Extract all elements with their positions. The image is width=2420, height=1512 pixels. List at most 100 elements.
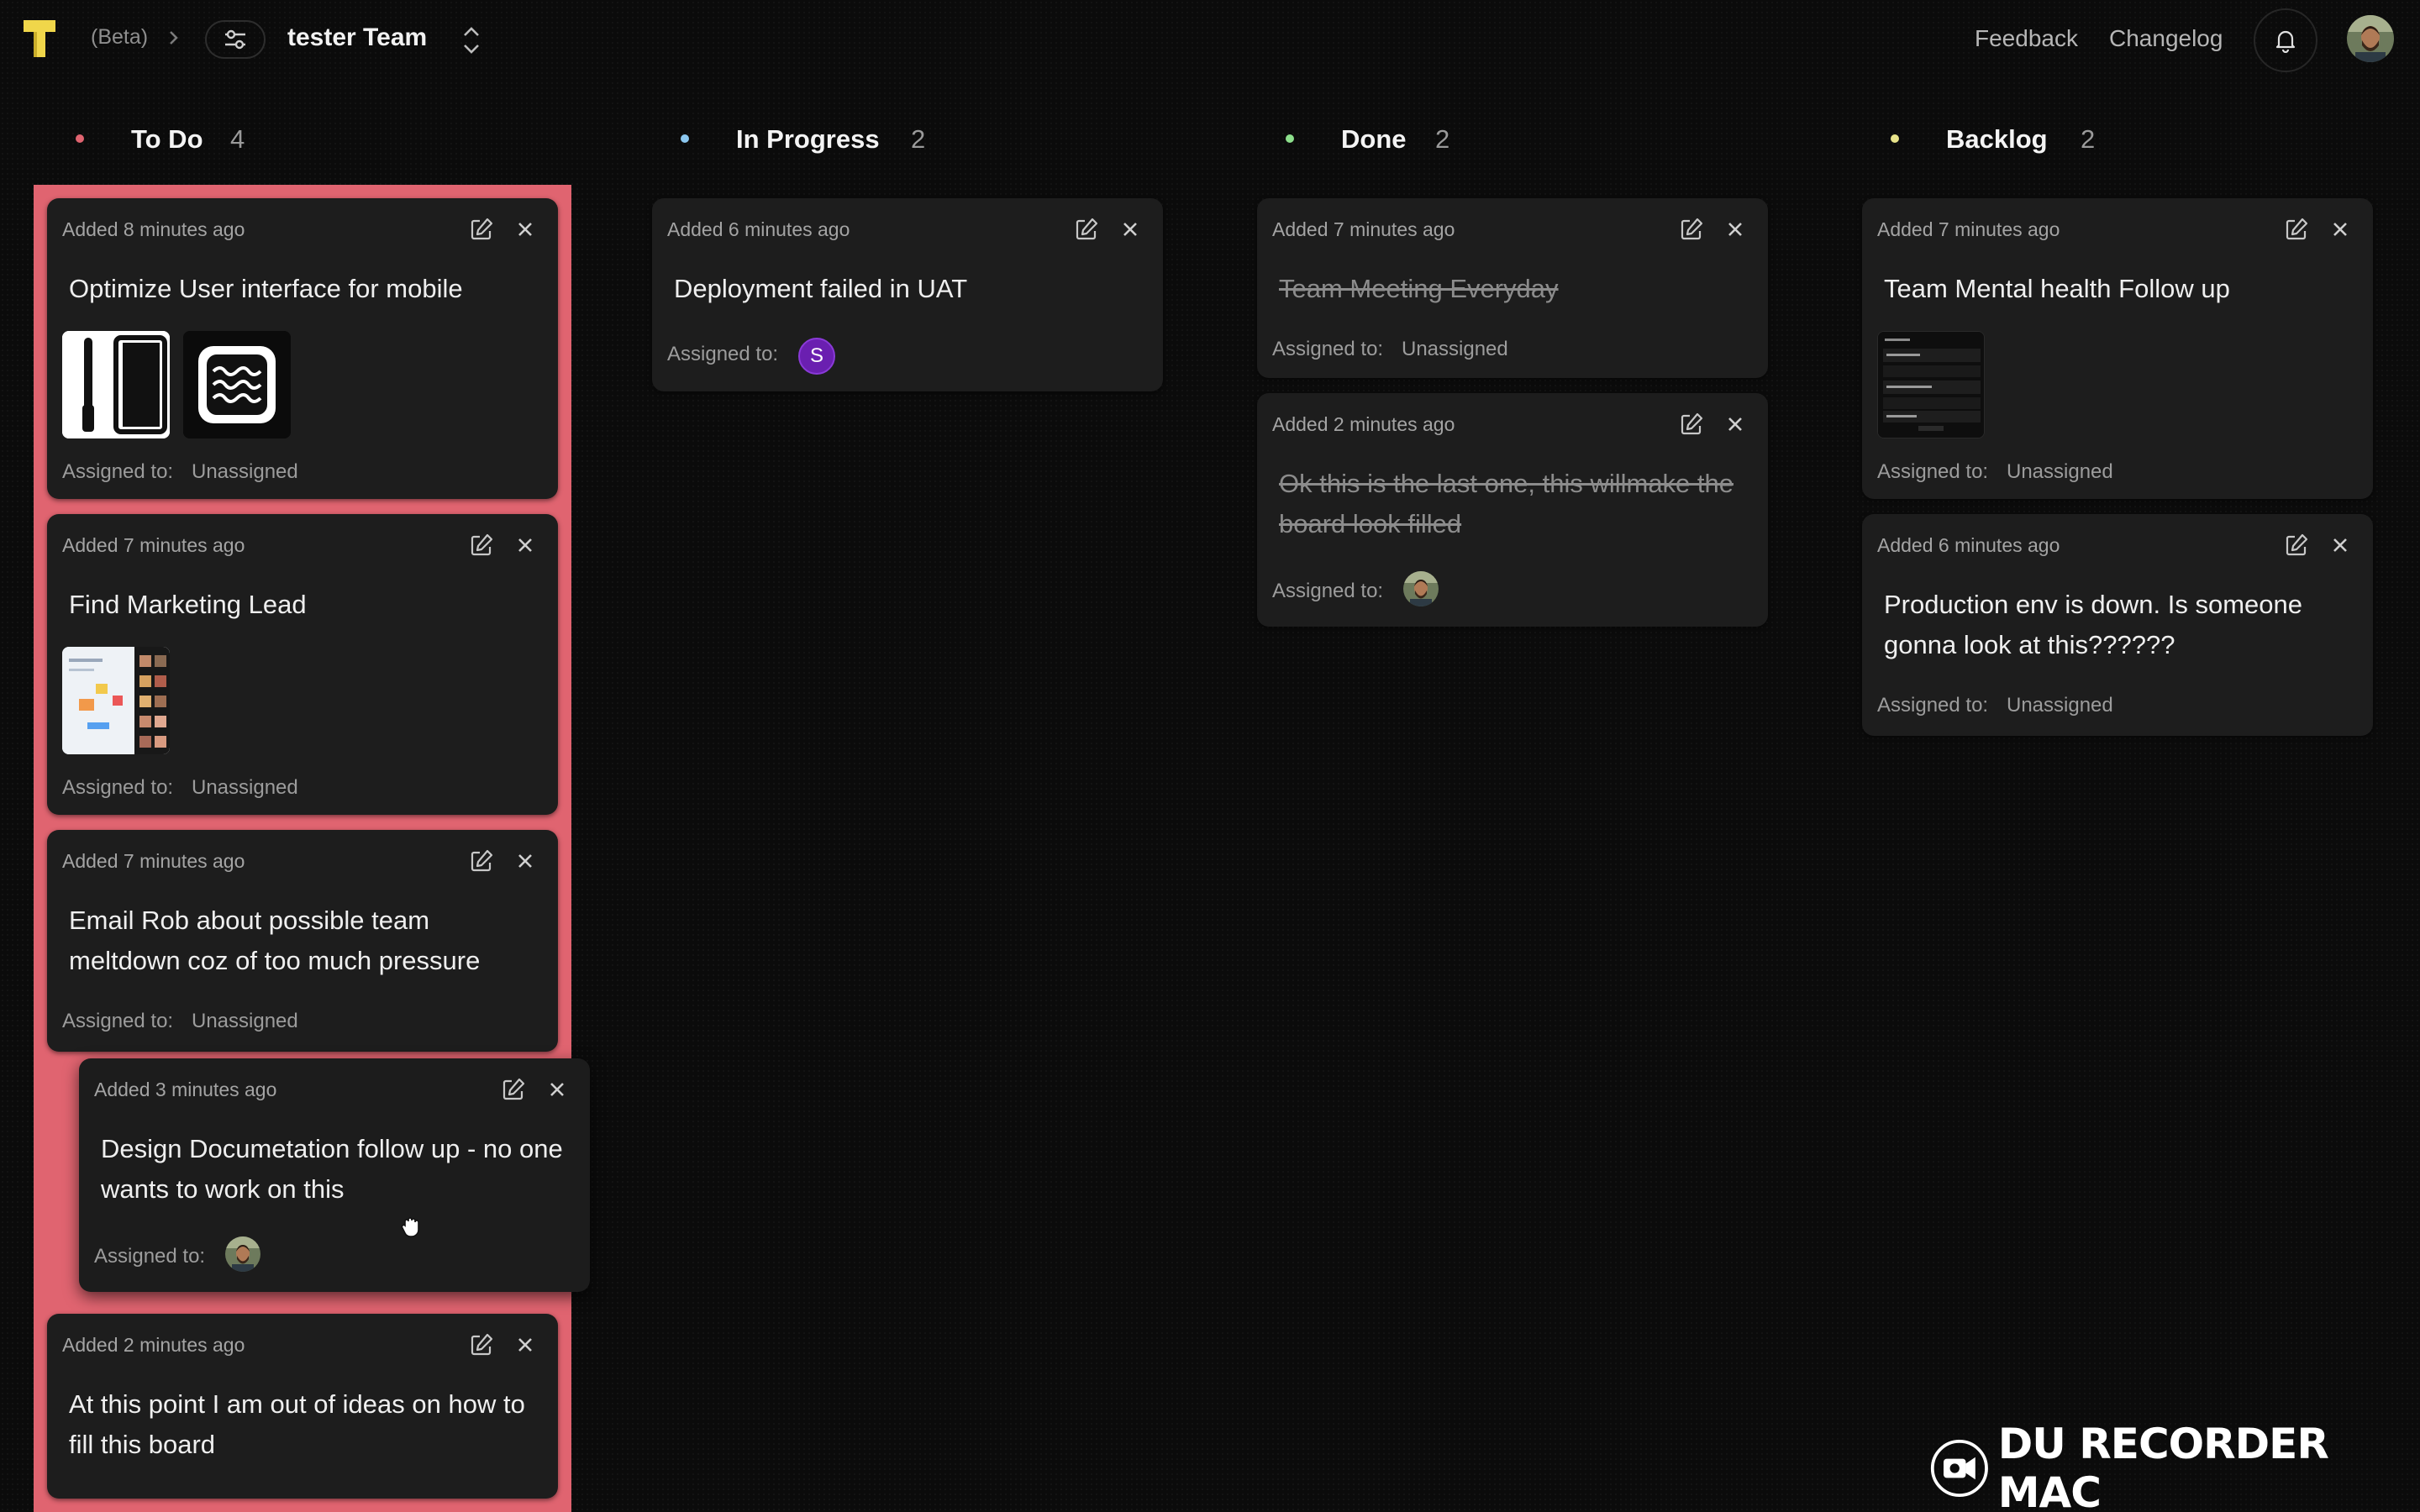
assignee[interactable]: Unassigned — [2007, 694, 2113, 717]
task-title: Team Mental health Follow up — [1884, 274, 2230, 303]
filter-button[interactable] — [205, 20, 266, 59]
watermark-text: DU RECORDER MAC — [1997, 1420, 2329, 1512]
task-card-dragging[interactable]: Added 3 minutes ago Design Documetation … — [79, 1058, 590, 1292]
added-time: Added 6 minutes ago — [667, 218, 850, 240]
user-avatar[interactable] — [2347, 15, 2394, 62]
close-icon[interactable] — [2328, 217, 2353, 242]
attachment-thumbnail[interactable] — [183, 331, 291, 438]
feedback-link[interactable]: Feedback — [1975, 25, 2078, 52]
assignee[interactable]: Unassigned — [192, 1010, 298, 1033]
added-time: Added 7 minutes ago — [1272, 218, 1455, 240]
close-icon[interactable] — [544, 1077, 570, 1102]
edit-icon[interactable] — [2284, 217, 2309, 242]
task-title: At this point I am out of ideas on how t… — [69, 1389, 525, 1459]
assigned-label: Assigned to: — [667, 343, 779, 365]
chevron-right-icon — [170, 31, 178, 45]
assigned-label: Assigned to: — [94, 1245, 206, 1268]
column-title: To Do — [131, 124, 203, 154]
close-icon[interactable] — [1723, 412, 1748, 437]
close-icon[interactable] — [513, 1332, 538, 1357]
team-name[interactable]: tester Team — [287, 24, 427, 52]
task-title: Deployment failed in UAT — [674, 274, 968, 303]
added-time: Added 6 minutes ago — [1877, 534, 2060, 556]
assigned-label: Assigned to: — [1272, 338, 1384, 360]
column-count: 2 — [2081, 124, 2096, 154]
assigned-label: Assigned to: — [1877, 694, 1989, 717]
sliders-icon — [225, 29, 245, 50]
close-icon[interactable] — [513, 217, 538, 242]
assignee[interactable]: Unassigned — [1402, 338, 1508, 361]
edit-icon[interactable] — [469, 848, 494, 874]
assignee[interactable]: Unassigned — [192, 460, 298, 484]
task-title: Production env is down. Is someone gonna… — [1884, 590, 2302, 659]
beta-badge: (Beta) — [91, 25, 149, 49]
assigned-label: Assigned to: — [62, 776, 174, 799]
edit-icon[interactable] — [469, 533, 494, 558]
app-logo-icon[interactable] — [22, 18, 57, 59]
column-title: Backlog — [1946, 124, 2048, 154]
attachment-thumbnail[interactable] — [62, 647, 170, 754]
top-bar: (Beta) tester Team Feedback Changelog — [0, 0, 2420, 81]
task-title: Ok this is the last one, this willmake t… — [1279, 469, 1734, 538]
added-time: Added 7 minutes ago — [62, 850, 245, 872]
close-icon[interactable] — [2328, 533, 2353, 558]
added-time: Added 7 minutes ago — [62, 534, 245, 556]
status-dot — [1286, 134, 1294, 143]
edit-icon[interactable] — [2284, 533, 2309, 558]
task-card[interactable]: Added 8 minutes ago Optimize User interf… — [47, 198, 558, 499]
task-title: Email Rob about possible team meltdown c… — [69, 906, 481, 975]
assignee-avatar[interactable]: S — [798, 338, 835, 375]
column-count: 2 — [1435, 124, 1450, 154]
task-card[interactable]: Added 7 minutes ago Email Rob about poss… — [47, 830, 558, 1052]
close-icon[interactable] — [513, 533, 538, 558]
task-card[interactable]: Added 2 minutes ago At this point I am o… — [47, 1314, 558, 1499]
task-title: Find Marketing Lead — [69, 590, 307, 619]
assigned-label: Assigned to: — [62, 460, 174, 483]
added-time: Added 7 minutes ago — [1877, 218, 2060, 240]
bell-icon — [2275, 30, 2296, 53]
column-title: In Progress — [736, 124, 880, 154]
added-time: Added 3 minutes ago — [94, 1079, 277, 1100]
column-count: 4 — [230, 124, 245, 154]
task-title: Optimize User interface for mobile — [69, 274, 463, 303]
added-time: Added 2 minutes ago — [62, 1334, 245, 1356]
chevrons-up-down-icon[interactable] — [458, 24, 485, 57]
task-card[interactable]: Added 6 minutes ago Production env is do… — [1862, 514, 2373, 736]
grab-cursor-icon — [401, 1217, 419, 1237]
edit-icon[interactable] — [1679, 412, 1704, 437]
task-card[interactable]: Added 7 minutes ago Team Meeting Everyda… — [1257, 198, 1768, 378]
task-card[interactable]: Added 7 minutes ago Team Mental health F… — [1862, 198, 2373, 499]
assigned-label: Assigned to: — [1272, 580, 1384, 602]
close-icon[interactable] — [513, 848, 538, 874]
recorder-watermark: DU RECORDER MAC — [1929, 1420, 2420, 1512]
camera-icon — [1930, 1439, 1988, 1498]
added-time: Added 8 minutes ago — [62, 218, 245, 240]
assignee-avatar[interactable] — [1403, 571, 1439, 606]
assignee[interactable]: Unassigned — [192, 776, 298, 800]
edit-icon[interactable] — [501, 1077, 526, 1102]
close-icon[interactable] — [1118, 217, 1143, 242]
notifications-button[interactable] — [2254, 8, 2317, 72]
edit-icon[interactable] — [1679, 217, 1704, 242]
assignee[interactable]: Unassigned — [2007, 460, 2113, 484]
column-count: 2 — [911, 124, 926, 154]
changelog-link[interactable]: Changelog — [2109, 25, 2223, 52]
task-card[interactable]: Added 2 minutes ago Ok this is the last … — [1257, 393, 1768, 627]
task-card[interactable]: Added 6 minutes ago Deployment failed in… — [652, 198, 1163, 391]
column-title: Done — [1341, 124, 1407, 154]
assignee-avatar[interactable] — [225, 1236, 260, 1272]
edit-icon[interactable] — [469, 1332, 494, 1357]
added-time: Added 2 minutes ago — [1272, 413, 1455, 435]
task-title: Design Documetation follow up - no one w… — [101, 1134, 563, 1204]
attachment-thumbnail[interactable] — [1877, 331, 1985, 438]
assigned-label: Assigned to: — [62, 1010, 174, 1032]
edit-icon[interactable] — [469, 217, 494, 242]
status-dot — [1891, 134, 1899, 143]
close-icon[interactable] — [1723, 217, 1748, 242]
status-dot — [681, 134, 689, 143]
task-card[interactable]: Added 7 minutes ago Find Marketing Lead … — [47, 514, 558, 815]
assigned-label: Assigned to: — [1877, 460, 1989, 483]
edit-icon[interactable] — [1074, 217, 1099, 242]
status-dot — [76, 134, 84, 143]
attachment-thumbnail[interactable] — [62, 331, 170, 438]
